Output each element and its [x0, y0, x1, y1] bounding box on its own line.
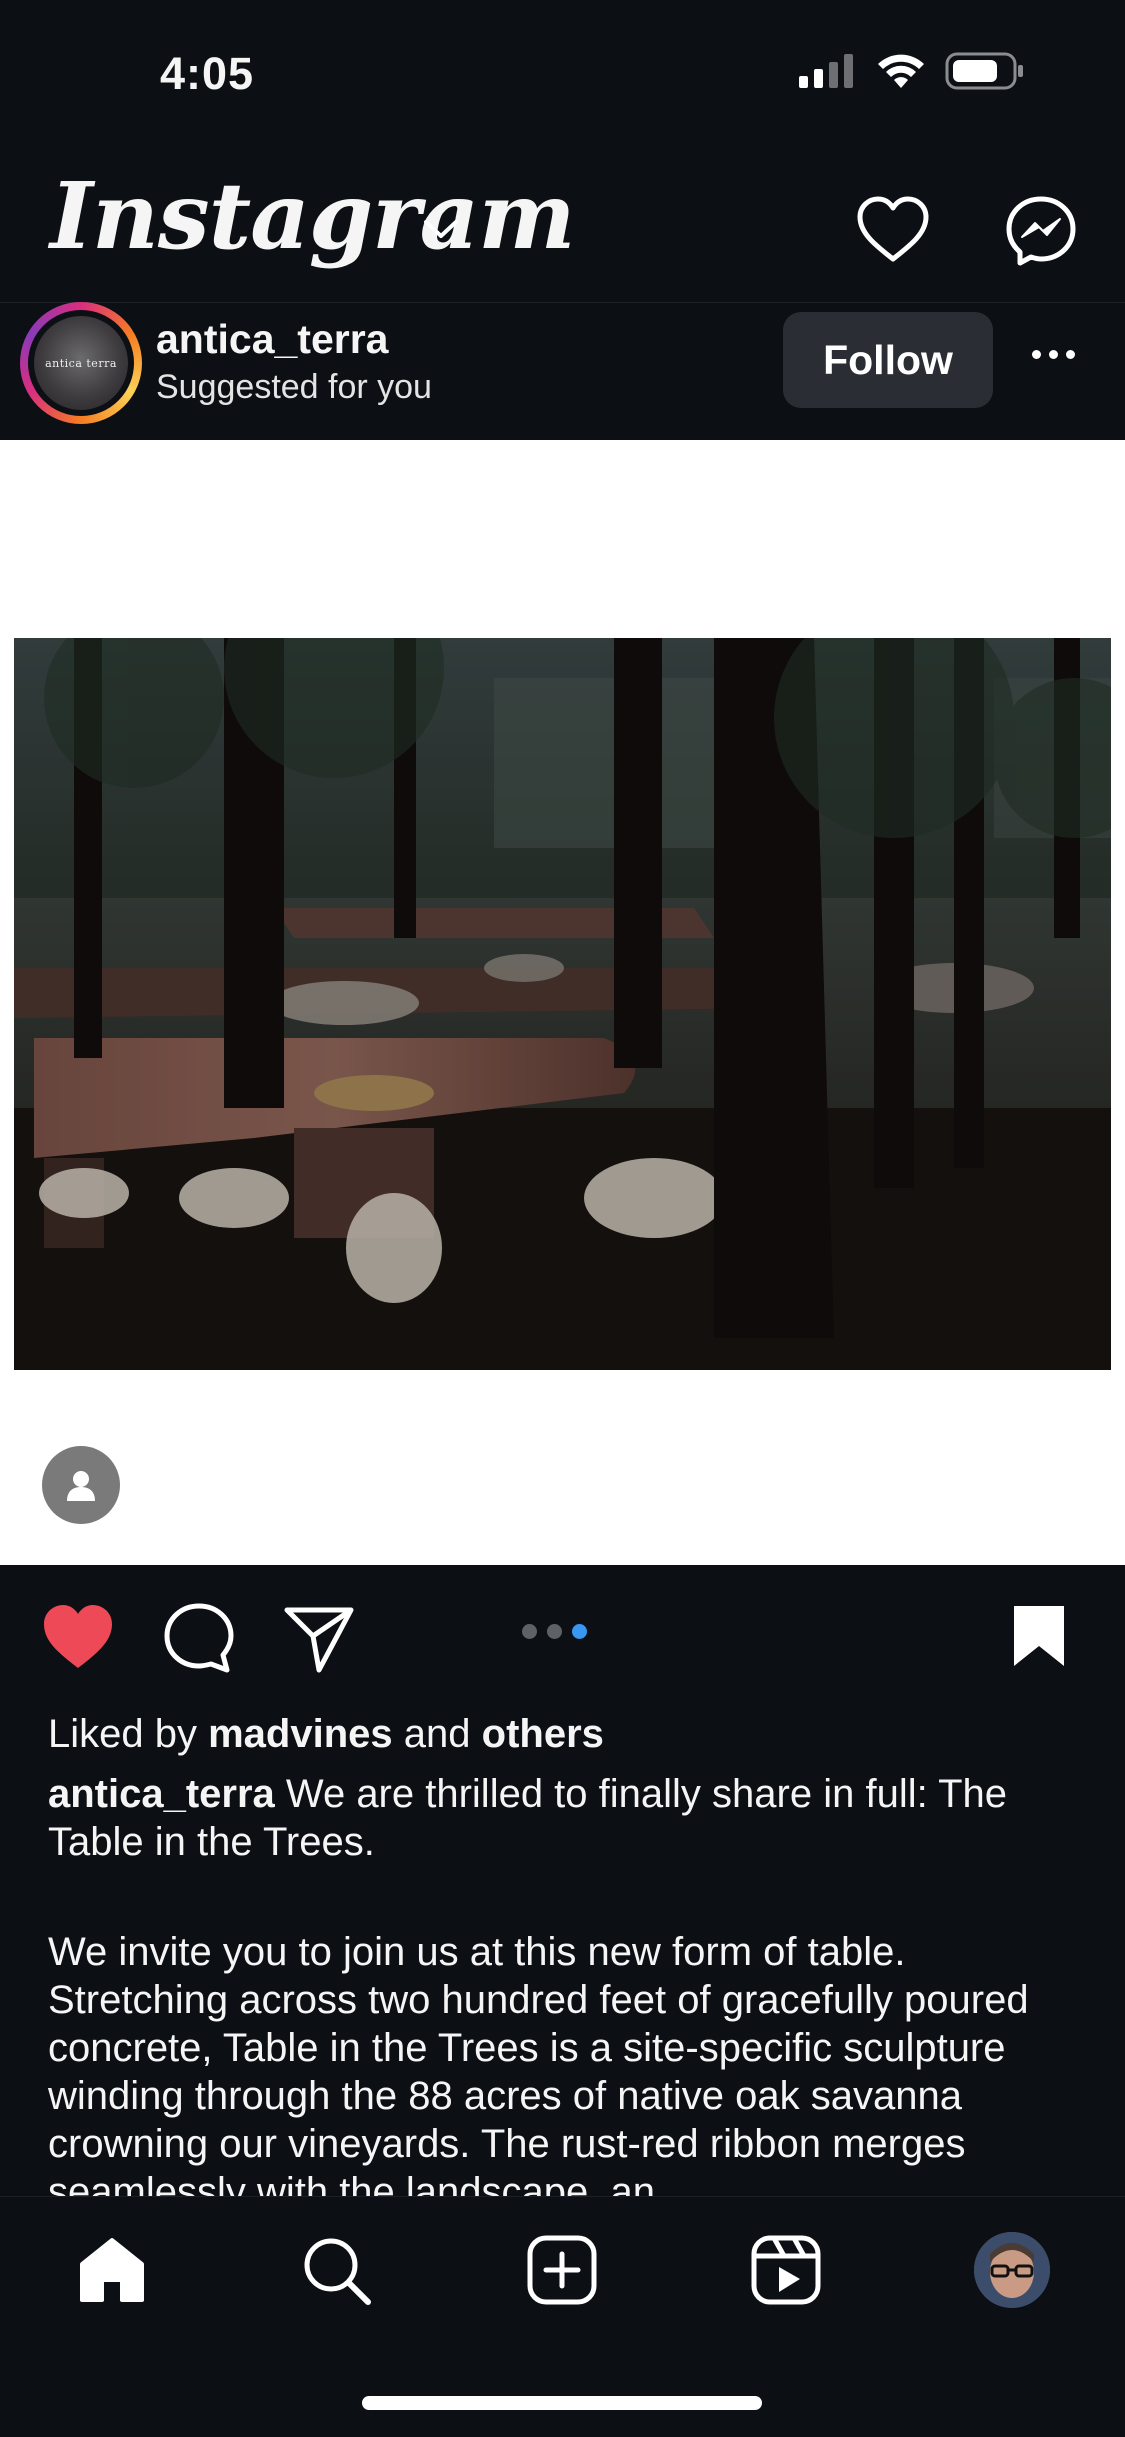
avatar[interactable]: antica terra	[34, 316, 128, 410]
more-options-icon[interactable]	[1032, 350, 1075, 359]
header-divider	[0, 302, 1125, 303]
profile-avatar[interactable]	[974, 2232, 1050, 2308]
forest-table-image	[14, 638, 1111, 1370]
user-tag-icon[interactable]	[42, 1446, 120, 1524]
messenger-icon[interactable]	[1005, 195, 1077, 267]
caption: antica_terra We are thrilled to finally …	[48, 1770, 1088, 1866]
status-time: 4:05	[160, 48, 255, 99]
post-photo[interactable]	[14, 638, 1111, 1370]
reels-icon[interactable]	[750, 2234, 822, 2306]
search-icon[interactable]	[300, 2234, 372, 2306]
liked-by-prefix: Liked by	[48, 1712, 197, 1756]
carousel-dot	[522, 1624, 537, 1639]
post-subtitle: Suggested for you	[156, 368, 432, 406]
cellular-signal-icon	[799, 54, 853, 88]
comment-icon[interactable]	[163, 1602, 235, 1674]
carousel-dot-active	[572, 1624, 587, 1639]
share-icon[interactable]	[283, 1602, 355, 1674]
avatar-brand-text: antica terra	[45, 356, 117, 370]
wifi-icon	[878, 54, 924, 88]
post-username[interactable]: antica_terra	[156, 316, 388, 363]
battery-icon	[945, 52, 1023, 90]
heart-icon[interactable]	[855, 195, 931, 265]
caption-body: We invite you to join us at this new for…	[48, 1930, 1029, 2198]
home-icon[interactable]	[76, 2234, 148, 2306]
likes-summary[interactable]: Liked by madvines and others	[48, 1712, 604, 1757]
home-indicator[interactable]	[362, 2396, 762, 2410]
status-icons	[799, 52, 1025, 90]
follow-button[interactable]: Follow	[783, 312, 993, 408]
carousel-indicator	[522, 1624, 587, 1639]
carousel-dot	[547, 1624, 562, 1639]
liked-user[interactable]: madvines	[208, 1712, 393, 1756]
like-icon[interactable]	[40, 1602, 116, 1672]
liked-and: and	[403, 1712, 471, 1756]
create-icon[interactable]	[526, 2234, 598, 2306]
bookmark-icon[interactable]	[1010, 1602, 1068, 1670]
liked-others[interactable]: others	[482, 1712, 604, 1756]
chevron-down-icon[interactable]	[420, 215, 462, 243]
caption-username[interactable]: antica_terra	[48, 1772, 275, 1816]
instagram-logo[interactable]: Instagram	[50, 170, 576, 262]
